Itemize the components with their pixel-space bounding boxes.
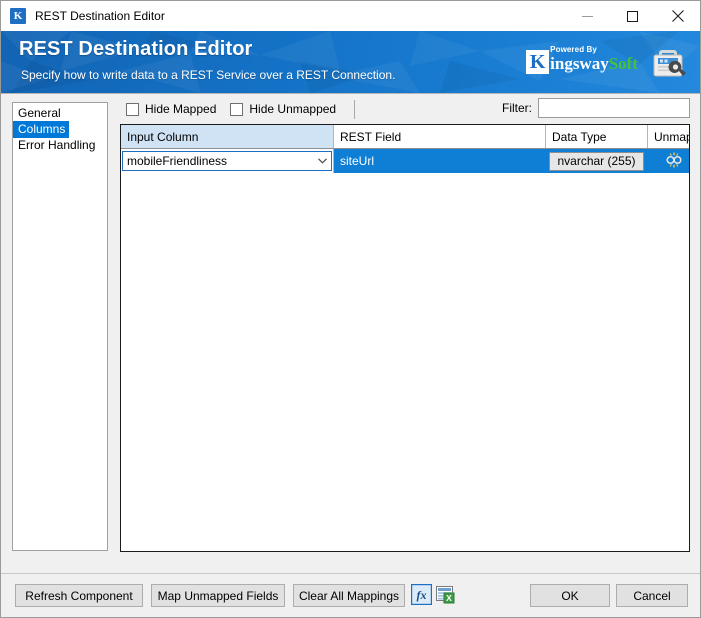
kingswaysoft-k-icon: K: [10, 8, 26, 24]
column-mapping-grid[interactable]: Input Column REST Field Data Type Unmap …: [120, 124, 690, 552]
hide-mapped-checkbox[interactable]: Hide Mapped: [126, 102, 216, 116]
column-header-unmap[interactable]: Unmap: [648, 125, 689, 148]
cell-data-type[interactable]: nvarchar (255): [546, 149, 648, 173]
grid-header-row: Input Column REST Field Data Type Unmap: [121, 125, 689, 149]
hide-unmapped-label: Hide Unmapped: [249, 102, 337, 116]
column-header-rest-field[interactable]: REST Field: [334, 125, 546, 148]
brand-name-part1: ingsway: [550, 54, 609, 73]
minimize-icon[interactable]: [565, 1, 610, 31]
toolbar-separator: [354, 99, 356, 119]
brand-text: Powered By ingswaySoft: [550, 45, 638, 73]
column-header-data-type[interactable]: Data Type: [546, 125, 648, 148]
footer-bar: Refresh Component Map Unmapped Fields Cl…: [1, 573, 700, 617]
column-header-input-column[interactable]: Input Column: [121, 125, 334, 148]
hide-unmapped-checkbox[interactable]: Hide Unmapped: [230, 102, 336, 116]
cell-rest-field[interactable]: siteUrl: [334, 149, 546, 173]
svg-text:fx: fx: [417, 588, 427, 602]
page-list-sidebar: General Columns Error Handling: [12, 102, 108, 551]
maximize-icon[interactable]: [610, 1, 655, 31]
banner-subtitle: Specify how to write data to a REST Serv…: [21, 68, 396, 82]
header-banner: REST Destination Editor Specify how to w…: [1, 31, 700, 94]
sidebar-item-error-handling[interactable]: Error Handling: [13, 138, 107, 153]
title-bar: K REST Destination Editor: [1, 1, 700, 31]
kingswaysoft-logo: K Powered By ingswaySoft: [526, 45, 638, 79]
data-type-button[interactable]: nvarchar (255): [549, 151, 644, 171]
filter-label: Filter:: [502, 101, 532, 115]
window-controls: [565, 1, 700, 31]
input-column-value: mobileFriendliness: [127, 154, 228, 168]
filter-area: Filter:: [502, 98, 690, 118]
banner-title: REST Destination Editor: [19, 38, 253, 60]
sidebar-item-general[interactable]: General: [13, 106, 107, 121]
brand-k-mark: K: [526, 50, 550, 74]
content-area: General Columns Error Handling Hide Mapp…: [1, 94, 700, 573]
grid-toolbar: Hide Mapped Hide Unmapped Filter:: [120, 96, 690, 122]
chevron-down-icon[interactable]: [314, 158, 331, 164]
export-spreadsheet-icon[interactable]: X: [435, 584, 456, 605]
formula-fx-icon[interactable]: fx: [411, 584, 432, 605]
unmap-icon[interactable]: [665, 152, 683, 171]
sidebar-item-general-label: General: [18, 106, 61, 120]
cancel-button[interactable]: Cancel: [616, 584, 688, 607]
sidebar-item-error-handling-label: Error Handling: [18, 138, 96, 152]
map-unmapped-fields-button[interactable]: Map Unmapped Fields: [151, 584, 285, 607]
brand-name: ingswaySoft: [550, 54, 638, 73]
svg-text:X: X: [446, 593, 452, 603]
hide-mapped-label: Hide Mapped: [145, 102, 217, 116]
close-icon[interactable]: [655, 1, 700, 31]
toolbox-wrench-icon: [649, 43, 687, 84]
input-column-dropdown[interactable]: mobileFriendliness: [122, 151, 332, 171]
clear-all-mappings-button[interactable]: Clear All Mappings: [293, 584, 405, 607]
rest-destination-editor-window: K REST Destination Editor REST Destinati…: [0, 0, 701, 618]
window-title: REST Destination Editor: [35, 9, 165, 23]
hide-unmapped-checkbox-box[interactable]: [230, 102, 244, 116]
cell-unmap[interactable]: [648, 149, 689, 173]
ok-button[interactable]: OK: [530, 584, 610, 607]
brand-powered-by: Powered By: [550, 45, 597, 54]
columns-panel: Hide Mapped Hide Unmapped Filter: Input …: [120, 96, 690, 552]
sidebar-item-columns-label: Columns: [13, 121, 70, 138]
table-row[interactable]: mobileFriendliness siteUrl nvarchar (255…: [121, 149, 689, 173]
hide-mapped-checkbox-box[interactable]: [126, 102, 139, 116]
brand-name-part2: Soft: [608, 54, 638, 73]
sidebar-item-columns[interactable]: Columns: [13, 121, 107, 138]
refresh-component-button[interactable]: Refresh Component: [15, 584, 143, 607]
filter-input[interactable]: [538, 98, 690, 118]
cell-input-column[interactable]: mobileFriendliness: [121, 149, 334, 173]
